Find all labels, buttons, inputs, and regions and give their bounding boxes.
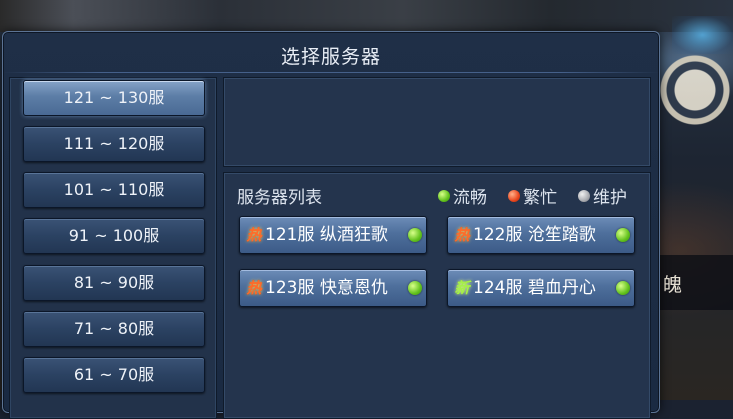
legend-busy: 繁忙 [508,183,557,208]
status-smooth-icon [616,281,630,295]
server-list-panel: 服务器列表 流畅 繁忙 维护 热 121服 纵酒狂歌 热 122服 沧笙踏歌 热… [223,172,651,419]
range-button-81-90[interactable]: 81 ~ 90服 [23,265,205,301]
status-smooth-icon [408,281,422,295]
hot-badge-icon: 热 [454,226,470,244]
range-button-111-120[interactable]: 111 ~ 120服 [23,126,205,162]
range-button-101-110[interactable]: 101 ~ 110服 [23,172,205,208]
range-button-61-70[interactable]: 61 ~ 70服 [23,357,205,393]
legend-smooth: 流畅 [438,183,487,208]
title-divider [3,72,659,73]
server-button-124[interactable]: 新 124服 碧血丹心 [447,269,635,307]
server-name: 122服 沧笙踏歌 [473,225,596,245]
server-button-122[interactable]: 热 122服 沧笙踏歌 [447,216,635,254]
legend-busy-label: 繁忙 [523,188,557,208]
server-name: 124服 碧血丹心 [473,278,596,298]
status-smooth-icon [438,189,450,202]
recent-server-panel [223,77,651,167]
status-busy-icon [508,189,520,202]
range-button-91-100[interactable]: 91 ~ 100服 [23,218,205,254]
legend-maintenance: 维护 [578,183,627,208]
server-button-123[interactable]: 热 123服 快意恩仇 [239,269,427,307]
status-smooth-icon [616,228,630,242]
hot-badge-icon: 热 [246,279,262,297]
range-button-121-130[interactable]: 121 ~ 130服 [23,80,205,116]
legend-maintenance-label: 维护 [593,188,627,208]
server-name: 123服 快意恩仇 [265,278,388,298]
background-partial-text: 魄 [663,274,683,296]
server-select-dialog: 选择服务器 121 ~ 130服 111 ~ 120服 101 ~ 110服 9… [2,31,660,419]
range-button-71-80[interactable]: 71 ~ 80服 [23,311,205,347]
hot-badge-icon: 热 [246,226,262,244]
server-range-list[interactable]: 121 ~ 130服 111 ~ 120服 101 ~ 110服 91 ~ 10… [9,77,217,419]
background-top-art [0,0,733,32]
background-emblem [650,45,730,140]
legend-smooth-label: 流畅 [453,188,487,208]
dialog-title: 选择服务器 [280,46,381,68]
status-maintenance-icon [578,189,590,202]
server-name: 121服 纵酒狂歌 [265,225,388,245]
new-badge-icon: 新 [454,279,470,297]
status-smooth-icon [408,228,422,242]
server-button-121[interactable]: 热 121服 纵酒狂歌 [239,216,427,254]
server-list-title: 服务器列表 [237,188,322,208]
